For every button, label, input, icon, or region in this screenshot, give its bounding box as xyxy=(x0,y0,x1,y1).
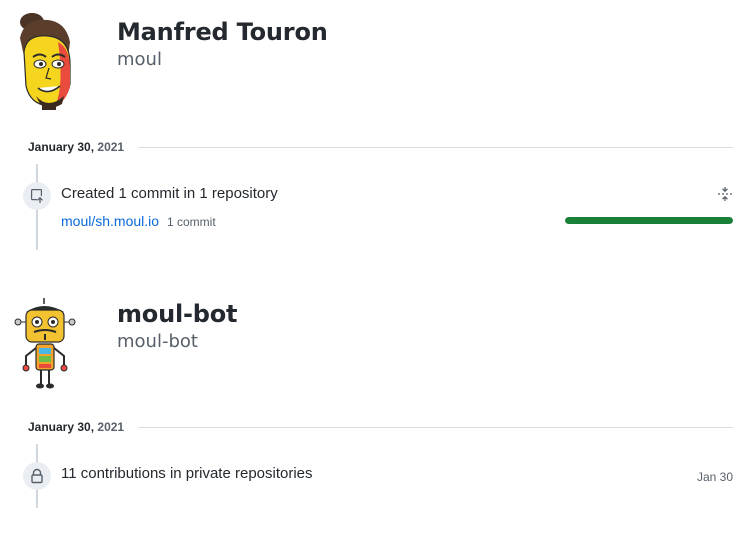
date-label: January 30, 2021 xyxy=(28,420,124,434)
event-badge xyxy=(23,462,51,490)
fold-icon xyxy=(718,187,732,201)
date-year: 2021 xyxy=(97,420,125,434)
date-month-day: January 30, xyxy=(28,140,95,154)
user-display-name[interactable]: moul-bot xyxy=(117,300,238,328)
collapse-button[interactable] xyxy=(717,186,733,202)
lock-icon xyxy=(31,468,43,484)
event-title: 11 contributions in private repositories xyxy=(61,465,313,482)
commit-progress-fill xyxy=(565,217,733,224)
commit-progress-bar xyxy=(565,217,733,224)
date-divider xyxy=(138,427,733,428)
user-profile-header: moul-bot moul-bot xyxy=(0,290,753,400)
event-badge xyxy=(23,182,51,210)
repository-link[interactable]: moul/sh.moul.io xyxy=(61,213,159,229)
user-profile-header: Manfred Touron moul xyxy=(0,0,753,110)
date-year: 2021 xyxy=(97,140,125,154)
date-divider xyxy=(138,147,733,148)
repo-push-icon xyxy=(31,189,43,203)
activity-date-header: January 30, 2021 xyxy=(28,420,733,434)
event-date: Jan 30 xyxy=(696,470,733,484)
user-login[interactable]: moul xyxy=(117,49,162,70)
activity-date-header: January 30, 2021 xyxy=(28,140,733,154)
avatar[interactable] xyxy=(14,296,76,390)
avatar[interactable] xyxy=(14,12,76,110)
event-title: Created 1 commit in 1 repository xyxy=(61,185,278,202)
date-month-day: January 30, xyxy=(28,420,95,434)
user-login[interactable]: moul-bot xyxy=(117,331,198,352)
commit-count-link[interactable]: 1 commit xyxy=(167,215,216,229)
user-display-name[interactable]: Manfred Touron xyxy=(117,18,328,46)
date-label: January 30, 2021 xyxy=(28,140,124,154)
